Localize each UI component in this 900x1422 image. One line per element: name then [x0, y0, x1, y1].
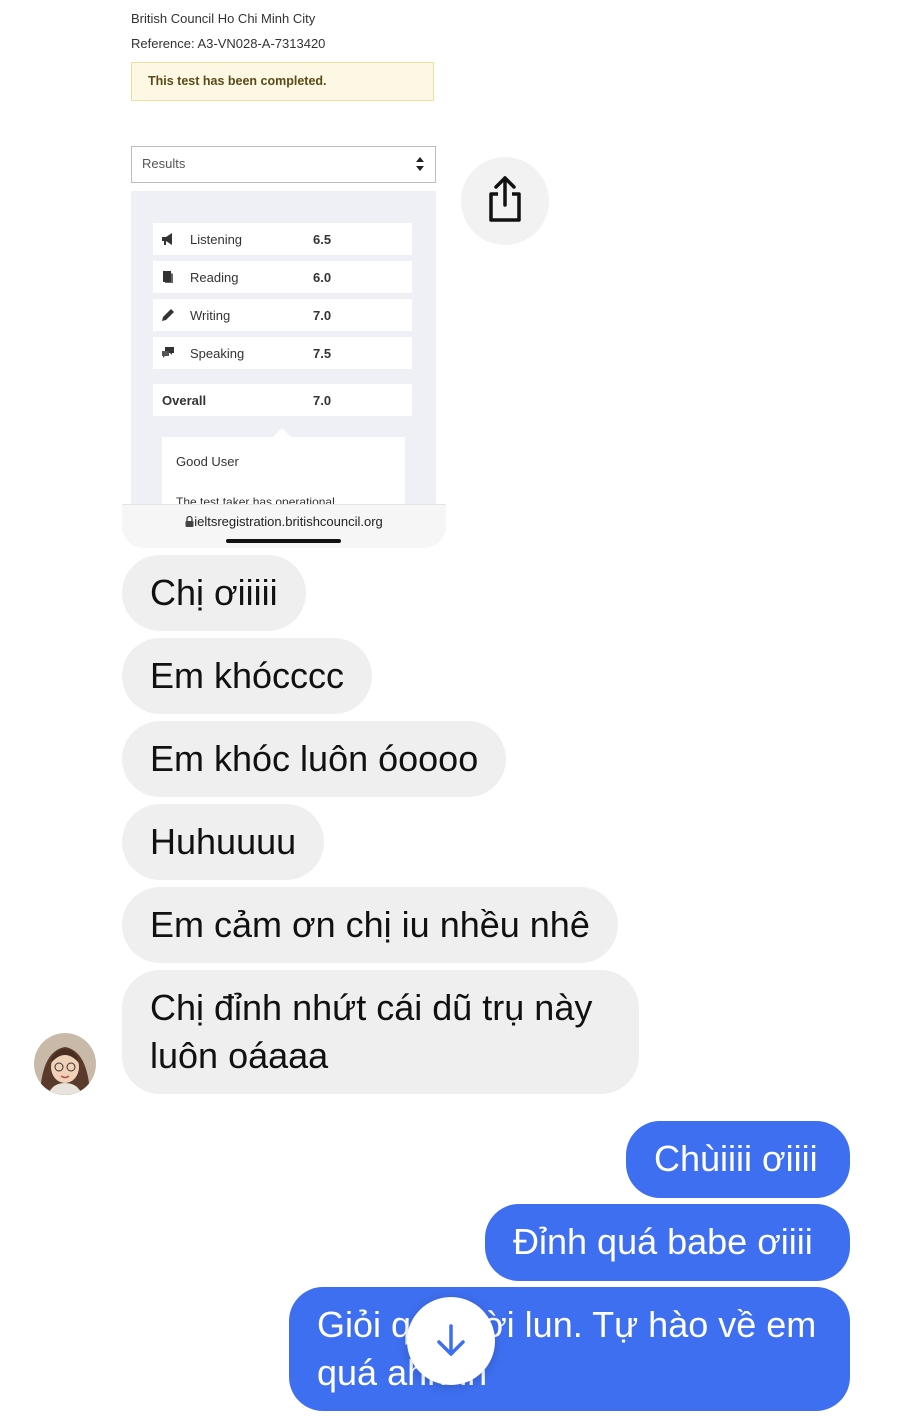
- test-centre-name: British Council Ho Chi Minh City: [131, 11, 316, 26]
- avatar-photo: [34, 1033, 96, 1095]
- results-dropdown: Results: [131, 146, 436, 183]
- home-indicator: [226, 539, 341, 543]
- browser-url-bar: ieltsregistration.britishcouncil.org: [122, 504, 446, 548]
- score-row-speaking: Speaking 7.5: [153, 337, 412, 369]
- overall-score: 7.0: [313, 393, 332, 408]
- skill-score: 7.5: [313, 346, 332, 361]
- reference-number: Reference: A3-VN028-A-7313420: [131, 36, 326, 51]
- received-message[interactable]: Huhuuuu: [122, 804, 325, 880]
- share-button[interactable]: [461, 157, 549, 245]
- url-row: ieltsregistration.britishcouncil.org: [122, 514, 446, 529]
- band-descriptor: Good User: [176, 454, 239, 469]
- skill-score: 6.0: [313, 270, 332, 285]
- shared-screenshot-image[interactable]: British Council Ho Chi Minh City Referen…: [122, 0, 446, 548]
- completed-notice: This test has been completed.: [131, 62, 434, 101]
- skill-score: 7.0: [313, 308, 332, 323]
- speech-bubbles-icon: [162, 347, 174, 358]
- received-message[interactable]: Em khóc luôn óoooo: [122, 721, 507, 797]
- score-row-writing: Writing 7.0: [153, 299, 412, 331]
- avatar[interactable]: [34, 1033, 96, 1095]
- sort-arrows-icon: [416, 157, 424, 171]
- skill-name: Speaking: [190, 346, 245, 361]
- skill-score: 6.5: [313, 232, 332, 247]
- score-row-reading: Reading 6.0: [153, 261, 412, 293]
- url-text: ieltsregistration.britishcouncil.org: [194, 514, 383, 529]
- received-message[interactable]: Em cảm ơn chị iu nhều nhê: [122, 887, 618, 963]
- score-row-listening: Listening 6.5: [153, 223, 412, 255]
- results-panel: Listening 6.5 Reading 6.0 Writing 7.0 Sp…: [131, 191, 436, 517]
- skill-name: Reading: [190, 270, 239, 285]
- scroll-to-bottom-button[interactable]: [407, 1297, 495, 1385]
- megaphone-icon: [162, 233, 172, 245]
- book-icon: [163, 271, 173, 283]
- pencil-icon: [162, 309, 174, 321]
- results-dropdown-label: Results: [142, 156, 186, 171]
- received-message[interactable]: Chị đỉnh nhứt cái dũ trụ này luôn oáaaa: [122, 970, 639, 1094]
- sent-message[interactable]: Giỏi quá trời lun. Tự hào về em quá ahhh…: [289, 1287, 850, 1411]
- sent-message[interactable]: Chùiiii ơiiii: [626, 1121, 850, 1198]
- overall-label: Overall: [162, 393, 207, 408]
- arrow-down-icon: [437, 1324, 465, 1356]
- skill-name: Writing: [190, 308, 231, 323]
- received-message[interactable]: Chị ơiiiii: [122, 555, 306, 631]
- skill-name: Listening: [190, 232, 243, 247]
- sent-message[interactable]: Đỉnh quá babe ơiiii: [485, 1204, 850, 1281]
- received-message[interactable]: Em khócccc: [122, 638, 373, 714]
- share-icon: [489, 176, 521, 222]
- score-row-overall: Overall 7.0: [153, 384, 412, 416]
- lock-icon: [185, 515, 194, 527]
